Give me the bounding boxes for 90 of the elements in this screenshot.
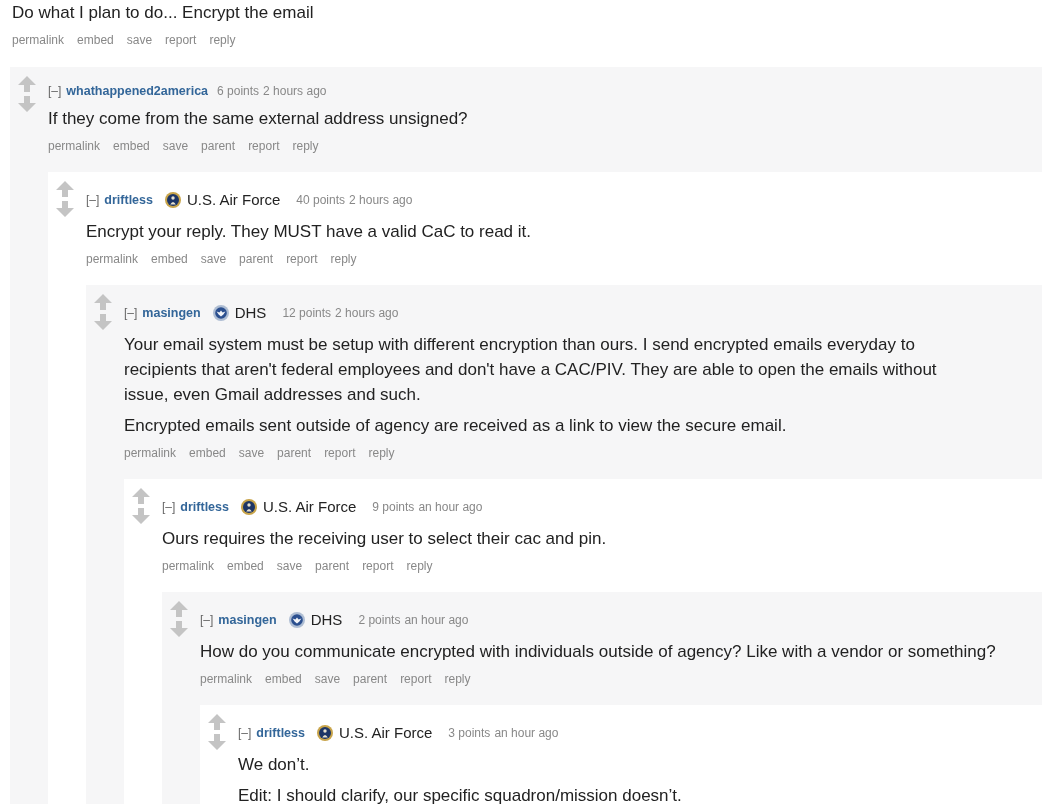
comment-action-link[interactable]: embed (113, 138, 150, 154)
comment-text: Your email system must be setup with different encryption than ours. I send encrypted emails everyday to recipients that aren't federal employees and don't have a CAC/PIV. They are able to open the emails without issue, even Gmail addresses and such. (124, 334, 938, 406)
username-link[interactable]: driftless (104, 192, 153, 208)
upvote-arrow-icon[interactable] (170, 601, 188, 617)
comment-action-link[interactable]: parent (353, 671, 388, 687)
comment-action-link[interactable]: permalink (124, 445, 177, 461)
comment-text: Encrypted emails sent outside of agency are received as a link to view the secure email. (124, 415, 788, 437)
downvote-arrow-icon[interactable] (208, 734, 226, 750)
username-link[interactable]: masingen (218, 612, 277, 628)
downvote-arrow-icon[interactable] (170, 621, 188, 637)
flair-label: DHS (310, 610, 343, 630)
score-text: 2 points (358, 612, 401, 628)
comment-action-link[interactable]: report (165, 32, 197, 48)
comment-action-link[interactable]: save (238, 445, 265, 461)
comment-action-link[interactable]: permalink (162, 558, 215, 574)
collapse-button[interactable]: [–] (238, 725, 252, 741)
score-text: 3 points (448, 725, 491, 741)
comment-action-link[interactable]: embed (189, 445, 226, 461)
comment-action-link[interactable]: save (126, 32, 153, 48)
collapse-button[interactable]: [–] (200, 612, 214, 628)
timestamp: 2 hours ago (349, 192, 413, 208)
comment-action-link[interactable]: parent (277, 445, 312, 461)
username-link[interactable]: driftless (256, 725, 305, 741)
comment-action-link[interactable]: reply (368, 445, 395, 461)
comment-text: If they come from the same external address unsigned? (48, 108, 469, 130)
comment-action-link[interactable]: parent (201, 138, 236, 154)
comment-action-link[interactable]: reply (292, 138, 319, 154)
comment-action-link[interactable]: reply (330, 251, 357, 267)
comment-text: We don’t. (238, 754, 311, 776)
comment-action-link[interactable]: report (248, 138, 280, 154)
comment-action-link[interactable]: save (200, 251, 227, 267)
upvote-arrow-icon[interactable] (94, 294, 112, 310)
score-text: 40 points (296, 192, 346, 208)
downvote-arrow-icon[interactable] (94, 314, 112, 330)
username-link[interactable]: driftless (180, 499, 229, 515)
comment-text: Do what I plan to do... Encrypt the email (12, 2, 315, 24)
seal-icon (165, 192, 181, 208)
comment-action-link[interactable]: parent (239, 251, 274, 267)
seal-icon (241, 499, 257, 515)
comment-action-link[interactable]: embed (151, 251, 188, 267)
comment-action-link[interactable]: reply (406, 558, 433, 574)
seal-icon (212, 305, 229, 321)
score-text: 6 points (217, 83, 260, 99)
comment-action-link[interactable]: permalink (200, 671, 253, 687)
comment-action-link[interactable]: permalink (12, 32, 65, 48)
downvote-arrow-icon[interactable] (18, 96, 36, 112)
comment-action-link[interactable]: save (276, 558, 303, 574)
flair-label: U.S. Air Force (263, 497, 357, 517)
comment-text: How do you communicate encrypted with individuals outside of agency? Like with a vendor or something? (200, 641, 997, 663)
flair-label: U.S. Air Force (339, 723, 433, 743)
score-text: 12 points (282, 305, 332, 321)
collapse-button[interactable]: [–] (124, 305, 138, 321)
seal-icon (288, 612, 305, 628)
comment-action-link[interactable]: embed (77, 32, 114, 48)
downvote-arrow-icon[interactable] (56, 201, 74, 217)
comment-action-link[interactable]: embed (227, 558, 264, 574)
upvote-arrow-icon[interactable] (56, 181, 74, 197)
username-link[interactable]: whathappened2america (66, 83, 209, 99)
comment-action-link[interactable]: report (400, 671, 432, 687)
comment-action-link[interactable]: permalink (86, 251, 139, 267)
comment-text: Ours requires the receiving user to select their cac and pin. (162, 528, 608, 550)
timestamp: an hour ago (494, 725, 559, 741)
comment-action-link[interactable]: embed (265, 671, 302, 687)
flair-label: DHS (234, 303, 267, 323)
comment-action-link[interactable]: report (324, 445, 356, 461)
timestamp: an hour ago (418, 499, 483, 515)
seal-icon (317, 725, 333, 741)
collapse-button[interactable]: [–] (48, 83, 62, 99)
downvote-arrow-icon[interactable] (132, 508, 150, 524)
upvote-arrow-icon[interactable] (132, 488, 150, 504)
comment-action-link[interactable]: save (314, 671, 341, 687)
comment-action-link[interactable]: report (362, 558, 394, 574)
comment-text: Encrypt your reply. They MUST have a valid CaC to read it. (86, 221, 533, 243)
comment-action-link[interactable]: reply (209, 32, 236, 48)
upvote-arrow-icon[interactable] (208, 714, 226, 730)
comment-action-link[interactable]: save (162, 138, 189, 154)
comment-text: Edit: I should clarify, our specific squadron/mission doesn’t. (238, 785, 683, 804)
comment-action-link[interactable]: permalink (48, 138, 101, 154)
comment-action-link[interactable]: parent (315, 558, 350, 574)
comment-action-link[interactable]: report (286, 251, 318, 267)
timestamp: an hour ago (404, 612, 469, 628)
flair-label: U.S. Air Force (187, 190, 281, 210)
collapse-button[interactable]: [–] (86, 192, 100, 208)
username-link[interactable]: masingen (142, 305, 201, 321)
timestamp: 2 hours ago (263, 83, 327, 99)
comment-action-link[interactable]: reply (444, 671, 471, 687)
timestamp: 2 hours ago (335, 305, 399, 321)
collapse-button[interactable]: [–] (162, 499, 176, 515)
score-text: 9 points (372, 499, 415, 515)
upvote-arrow-icon[interactable] (18, 76, 36, 92)
